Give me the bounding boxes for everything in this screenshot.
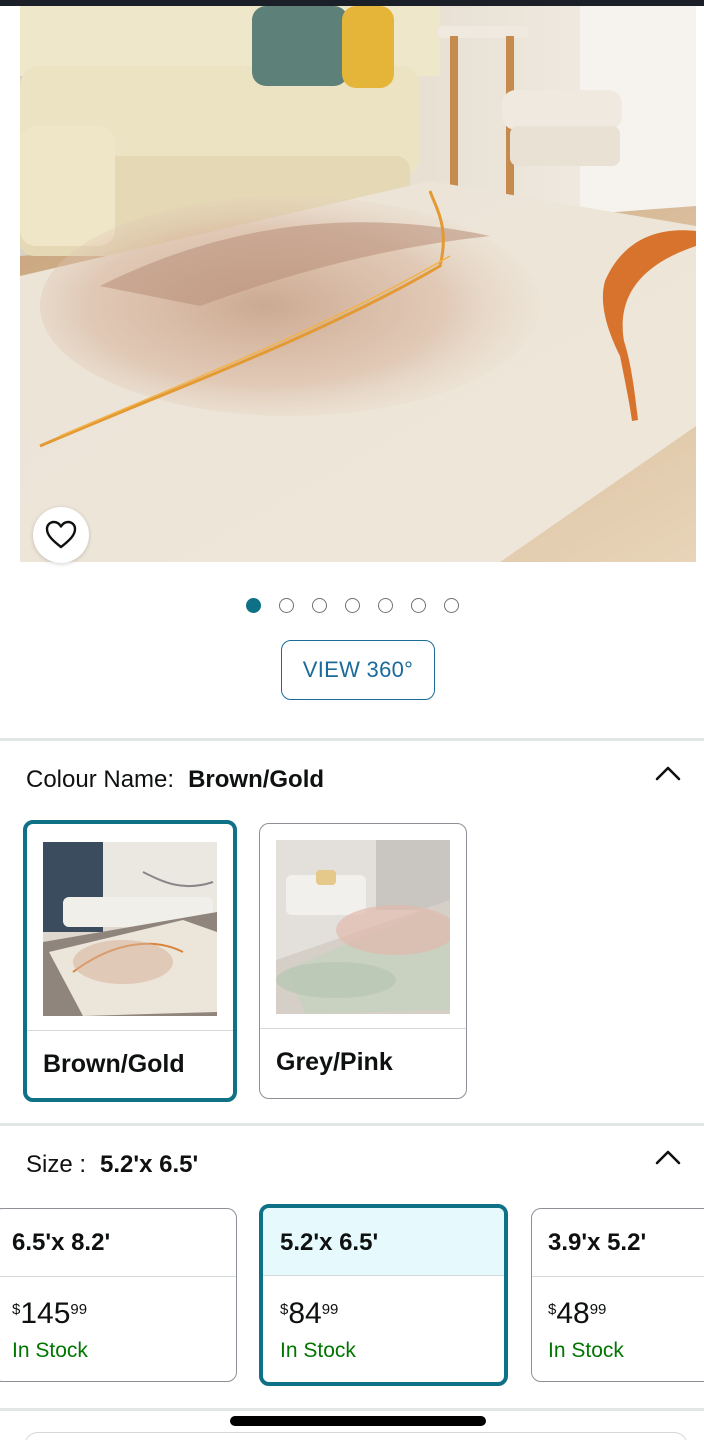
chevron-up-icon[interactable] [654,1147,682,1167]
size-option-price: $14599 [12,1297,87,1331]
size-option-5-2x6-5[interactable]: 5.2'x 6.5' $8499 In Stock [259,1204,508,1386]
carousel-dot[interactable] [345,598,360,613]
next-section-card [24,1432,688,1440]
size-label-text: Size : [26,1151,87,1178]
size-label: Size : 5.2'x 6.5' [26,1151,198,1179]
colour-option-name: Brown/Gold [43,1050,185,1078]
size-option-text: 3.9'x 5.2' [548,1229,647,1256]
carousel-dot[interactable] [444,598,459,613]
price-fraction: 99 [70,1301,88,1318]
price-fraction: 99 [321,1301,339,1318]
colour-option-brown-gold[interactable]: Brown/Gold [23,820,237,1102]
section-divider [0,1408,704,1411]
swatch-separator [27,1030,233,1031]
price-currency: $ [548,1301,557,1318]
size-option-6-5x8-2[interactable]: 6.5'x 8.2' $14599 In Stock [0,1208,237,1382]
stock-status: In Stock [548,1339,624,1362]
home-indicator [230,1416,486,1426]
carousel-dot[interactable] [312,598,327,613]
colour-thumbnail [276,840,450,1014]
stock-status: In Stock [12,1339,88,1362]
heart-icon [45,520,77,549]
colour-label-text: Colour Name: [26,766,175,793]
size-option-price: $8499 [280,1297,338,1331]
section-divider [0,738,704,741]
colour-name-label: Colour Name: Brown/Gold [26,766,324,794]
price-whole: 145 [20,1297,71,1330]
size-selected-value: 5.2'x 6.5' [100,1151,199,1178]
carousel-dot[interactable] [246,598,261,613]
wishlist-button[interactable] [33,507,89,563]
carousel-dot[interactable] [279,598,294,613]
colour-option-name: Grey/Pink [276,1048,393,1076]
price-fraction: 99 [589,1301,607,1318]
image-carousel-dots [0,598,704,614]
colour-selected-value: Brown/Gold [188,766,325,793]
swatch-separator [260,1028,466,1029]
carousel-dot[interactable] [411,598,426,613]
size-option-text: 6.5'x 8.2' [12,1229,111,1256]
size-option-3-9x5-2[interactable]: 3.9'x 5.2' $4899 In Stock [531,1208,704,1382]
price-whole: 84 [288,1297,322,1330]
section-divider [0,1123,704,1126]
colour-thumbnail [43,842,217,1016]
colour-option-grey-pink[interactable]: Grey/Pink [259,823,467,1099]
stock-status: In Stock [280,1339,356,1362]
product-image[interactable] [20,6,696,562]
size-option-text: 5.2'x 6.5' [280,1229,379,1256]
carousel-dot[interactable] [378,598,393,613]
chevron-up-icon[interactable] [654,763,682,783]
size-option-price: $4899 [548,1297,606,1331]
view-360-button[interactable]: VIEW 360° [281,640,435,700]
price-currency: $ [280,1301,289,1318]
price-whole: 48 [556,1297,590,1330]
price-currency: $ [12,1301,21,1318]
